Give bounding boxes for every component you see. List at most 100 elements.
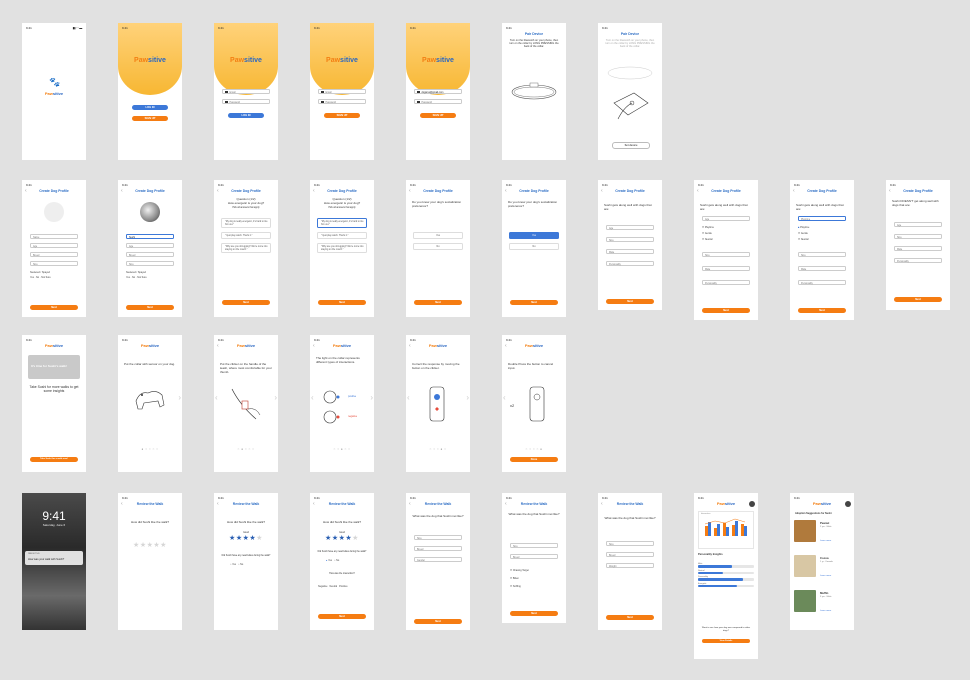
checkbox-item-checked[interactable]: ■ Playtime [798,226,809,229]
size-select[interactable]: Size [414,535,462,540]
dog-card[interactable]: Muffin 3 yrs · Male Learn more [794,588,850,618]
reactivity-options[interactable]: ● Yes ○ No [326,559,339,562]
neutered-options[interactable]: Yes · No · Not Sure [30,276,51,279]
yes-option[interactable]: Yes [413,232,463,239]
password-field[interactable]: Password [318,99,366,104]
star-rating[interactable]: ★★★★★ [118,541,182,549]
learn-more-link[interactable]: Learn more [820,575,831,577]
size-select[interactable]: Size [510,543,558,548]
prev-arrow-icon[interactable]: ‹ [407,393,410,402]
signup-button[interactable]: SIGN UP [132,116,168,121]
next-button[interactable]: Next [606,299,654,304]
login-button[interactable]: LOG IN [132,105,168,110]
next-button[interactable]: Next [30,305,78,310]
male-select[interactable]: Male [894,246,942,251]
interaction-options[interactable]: Negative Neutral Positive [318,585,348,588]
checkbox-item[interactable]: ☐ Neutral [702,238,713,241]
checkbox-item[interactable]: ☐ Neutral [798,238,809,241]
breed-select[interactable]: Breed [414,546,462,551]
answer-option[interactable]: "Why are you shrugging? We're more into … [317,243,367,253]
male-select[interactable]: Male [798,266,846,271]
answer-option-selected[interactable]: "My dog is really energetic, it's hard t… [317,218,367,228]
prev-arrow-icon[interactable]: ‹ [503,393,506,402]
email-field[interactable]: Email [222,89,270,94]
notification-card[interactable]: PAWSITIVE How was your walk with Sushi? [25,551,83,565]
email-field[interactable]: Email [318,89,366,94]
next-button[interactable]: Next [606,615,654,620]
star-rating[interactable]: ★★★★★ [310,534,374,542]
age-field[interactable]: Age [126,243,174,248]
answer-option[interactable]: "I just play catch. That's it." [317,232,367,239]
next-button[interactable]: Next [414,300,462,305]
reactivity-options[interactable]: ○ Yes ○ No [230,563,243,566]
dog-card[interactable]: Cocoa 1 yr · Female Learn more [794,553,850,583]
size-select[interactable]: Size [606,237,654,242]
next-button[interactable]: Next [414,619,462,624]
personality-select[interactable]: Personality [702,280,750,285]
size-field[interactable]: Size [30,261,78,266]
breed-field[interactable]: Breed [30,252,78,257]
star-rating[interactable]: ★★★★★ [214,534,278,542]
password-field[interactable]: Password [222,99,270,104]
next-button[interactable]: Next [222,300,270,305]
size-select[interactable]: Size [702,252,750,257]
checkbox-item[interactable]: ☐ Gentle [702,232,712,235]
next-button[interactable]: Next [510,300,558,305]
prev-arrow-icon[interactable]: ‹ [311,393,314,402]
done-button[interactable]: Done [510,457,558,462]
size-select[interactable]: Size [894,234,942,239]
walk-now-button[interactable]: Take Sushi for a walk now! [30,457,78,462]
checkbox-item[interactable]: ☐ Bitten [510,577,519,580]
avatar-placeholder[interactable] [44,202,64,222]
no-option[interactable]: No [509,243,559,250]
name-field[interactable]: Sushi [126,234,174,239]
next-arrow-icon[interactable]: › [466,393,469,402]
next-arrow-icon[interactable]: › [274,393,277,402]
avatar[interactable] [845,501,851,507]
neutered-options[interactable]: Yes · No · Not Sure [126,276,147,279]
answer-option[interactable]: "My dog is really energetic, it's hard t… [221,218,271,228]
age-select[interactable]: Playtime [798,216,846,221]
answer-option[interactable]: "Why are you shrugging? We're more into … [221,243,271,253]
next-arrow-icon[interactable]: › [178,393,181,402]
breed-field[interactable]: Breed [126,252,174,257]
age-select[interactable]: Age [702,216,750,221]
answer-option[interactable]: "I just play catch. That's it." [221,232,271,239]
checkbox-item[interactable]: ☐ Playtime [702,226,714,229]
password-field[interactable]: Password [414,99,462,104]
male-select[interactable]: Male [606,249,654,254]
signup-button[interactable]: SIGN UP [324,113,360,118]
checkbox-item[interactable]: ☐ Sniffing [510,585,521,588]
learn-more-link[interactable]: Learn more [820,610,831,612]
view-details-button[interactable]: View Details [702,639,750,643]
name-field[interactable]: Name [30,234,78,239]
login-button[interactable]: LOG IN [228,113,264,118]
checkbox-item[interactable]: ☐ Gentle [798,232,808,235]
male-select[interactable]: Male [702,266,750,271]
age-field[interactable]: Age [30,243,78,248]
personality-select[interactable]: Personality [606,261,654,266]
breed-select[interactable]: Breed [510,554,558,559]
signup-button[interactable]: SIGN UP [420,113,456,118]
no-option[interactable]: No [413,243,463,250]
set-device-button[interactable]: Set device [612,142,650,149]
next-button[interactable]: Next [126,305,174,310]
next-button[interactable]: Next [318,300,366,305]
size-field[interactable]: Size [126,261,174,266]
next-arrow-icon[interactable]: › [370,393,373,402]
personality-select[interactable]: Personality [798,280,846,285]
breed-select[interactable]: Breed [606,552,654,557]
prev-arrow-icon[interactable]: ‹ [215,393,218,402]
weight-select[interactable]: Weight [606,563,654,568]
next-button[interactable]: Next [894,297,942,302]
next-button[interactable]: Next [318,614,366,619]
learn-more-link[interactable]: Learn more [820,540,831,542]
next-button[interactable]: Next [798,308,846,313]
personality-select[interactable]: Personality [894,258,942,263]
next-button[interactable]: Next [702,308,750,313]
dog-avatar[interactable] [140,202,160,222]
avatar[interactable] [749,501,755,507]
yes-option-selected[interactable]: Yes [509,232,559,239]
size-select[interactable]: Size [798,252,846,257]
gender-select[interactable]: Gender [414,557,462,562]
